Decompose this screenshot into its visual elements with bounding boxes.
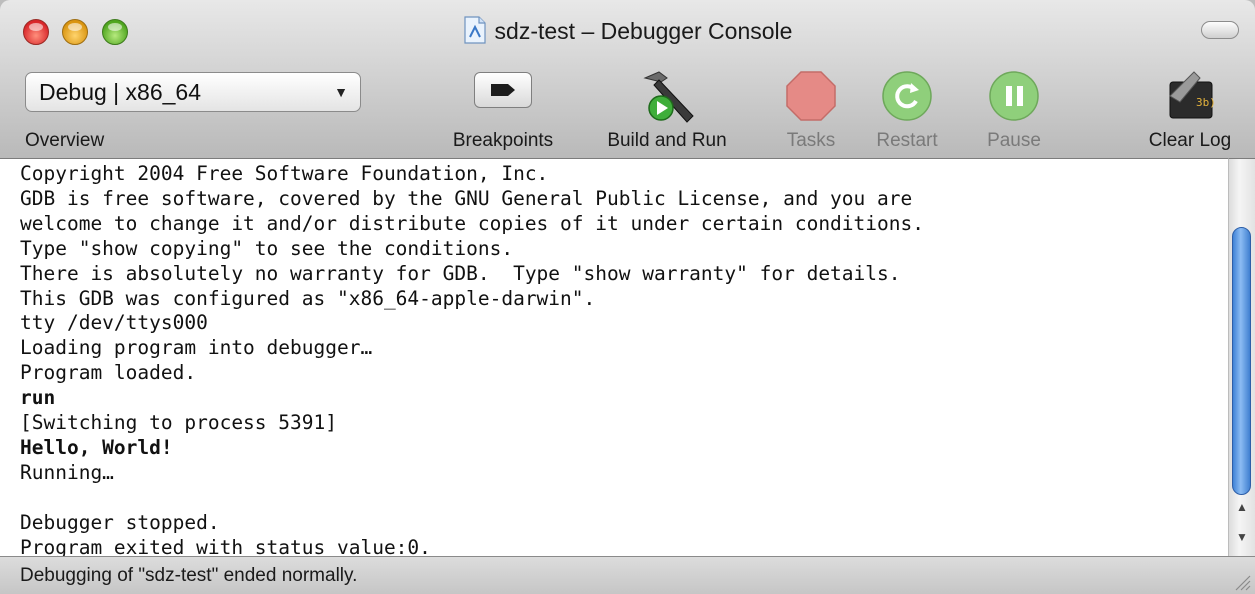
title-bar[interactable]: sdz-test – Debugger Console — [0, 0, 1255, 62]
breakpoints-button[interactable]: Breakpoints — [440, 62, 566, 158]
console-line: Loading program into debugger… — [20, 336, 373, 360]
window-title: sdz-test – Debugger Console — [494, 18, 793, 44]
restart-icon — [882, 71, 932, 121]
pause-button[interactable]: Pause — [974, 62, 1054, 158]
breakpoint-arrow-icon — [474, 72, 532, 108]
console-line: [Switching to process 5391] — [20, 411, 337, 435]
console-line: Copyright 2004 Free Software Foundation,… — [20, 162, 549, 185]
svg-text:3b): 3b) — [1196, 96, 1216, 109]
console-line: Hello, World! — [20, 435, 173, 459]
toolbar-toggle-button[interactable] — [1201, 21, 1239, 39]
tasks-label: Tasks — [786, 130, 836, 151]
tasks-button[interactable]: Tasks — [772, 62, 850, 158]
toolbar: Debug | x86_64 ▼ Overview Breakpoints Bu… — [0, 62, 1255, 158]
window-title-group: sdz-test – Debugger Console — [0, 16, 1255, 45]
resize-grip-icon[interactable] — [1231, 571, 1251, 591]
vertical-scrollbar[interactable]: ▲ ▼ — [1228, 158, 1255, 556]
overview-label: Overview — [25, 130, 105, 151]
status-text: Debugging of "sdz-test" ended normally. — [20, 565, 358, 586]
build-and-run-label: Build and Run — [607, 130, 727, 151]
scrollbar-thumb[interactable] — [1232, 227, 1251, 495]
debugger-console-window: sdz-test – Debugger Console Debug | x86_… — [0, 0, 1255, 594]
console-line: Program loaded. — [20, 361, 197, 385]
hammer-run-icon — [643, 71, 694, 123]
console-line: Running… — [20, 460, 114, 484]
pause-icon — [989, 71, 1039, 121]
overview-value: Debug | x86_64 — [39, 79, 201, 105]
console-line: run — [20, 386, 56, 410]
console-text: Copyright 2004 Free Software Foundation,… — [0, 159, 1228, 557]
console-line: Program exited with status value:0. — [20, 535, 431, 557]
console-output[interactable]: Copyright 2004 Free Software Foundation,… — [0, 158, 1228, 557]
console-line: Debugger stopped. — [20, 510, 220, 534]
build-and-run-button[interactable]: Build and Run — [592, 62, 742, 158]
clear-log-button[interactable]: 3b) Clear Log — [1138, 62, 1242, 158]
status-bar: Debugging of "sdz-test" ended normally. — [0, 556, 1255, 594]
restart-label: Restart — [876, 130, 938, 151]
scroll-up-arrow-icon[interactable]: ▲ — [1229, 497, 1255, 517]
breakpoints-label: Breakpoints — [452, 130, 554, 151]
console-line: There is absolutely no warranty for GDB.… — [20, 261, 901, 285]
clear-log-icon: 3b) — [1169, 71, 1216, 119]
stop-octagon-icon — [786, 71, 836, 121]
overview-group: Debug | x86_64 ▼ Overview — [25, 62, 361, 158]
console-line: GDB is free software, covered by the GNU… — [20, 186, 913, 210]
scroll-down-arrow-icon[interactable]: ▼ — [1229, 527, 1255, 547]
console-line: tty /dev/ttys000 — [20, 311, 208, 335]
chevron-down-icon: ▼ — [334, 84, 348, 100]
overview-dropdown[interactable]: Debug | x86_64 ▼ — [25, 72, 361, 112]
console-line: This GDB was configured as "x86_64-apple… — [20, 286, 596, 310]
restart-button[interactable]: Restart — [864, 62, 950, 158]
pause-label: Pause — [987, 130, 1041, 151]
console-line: Type "show copying" to see the condition… — [20, 236, 514, 260]
clear-log-label: Clear Log — [1148, 130, 1232, 151]
console-line: welcome to change it and/or distribute c… — [20, 211, 924, 235]
xcode-document-icon — [463, 16, 486, 44]
